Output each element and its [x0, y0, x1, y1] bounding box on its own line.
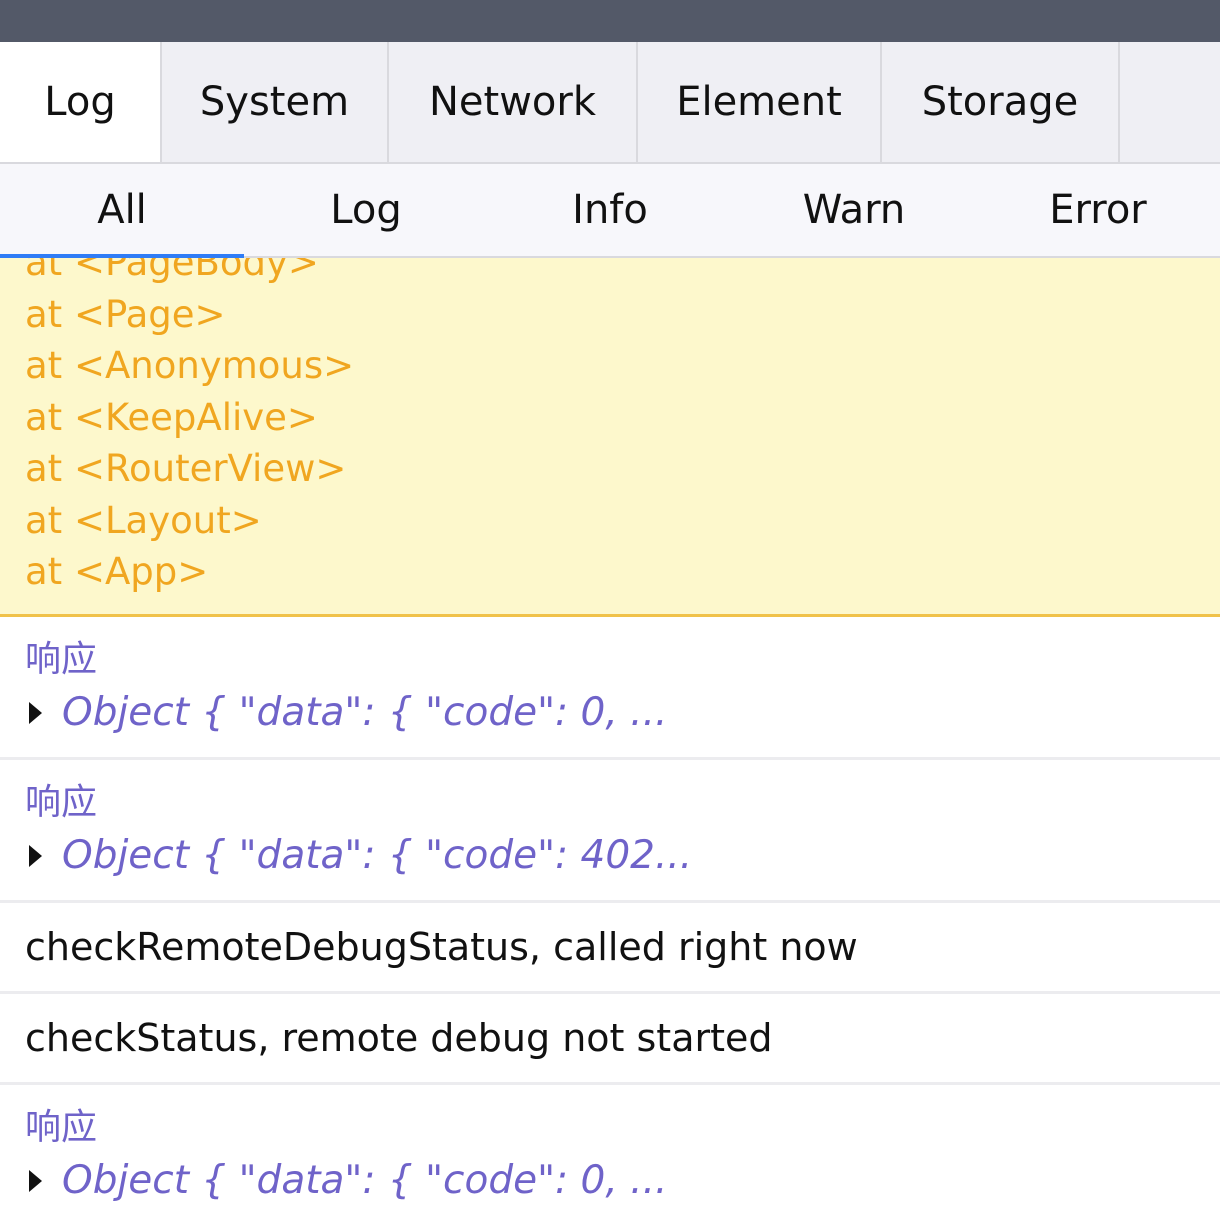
log-entry-text: checkStatus, remote debug not started [0, 994, 1220, 1085]
tab-storage[interactable]: Storage [882, 42, 1120, 162]
object-preview[interactable]: Object { "data": { "code": 0, ... [62, 685, 667, 741]
warning-entry: at <PageBody> at <Page> at <Anonymous> at <… [0, 258, 1220, 617]
filter-all[interactable]: All [0, 164, 244, 258]
expand-caret-icon[interactable] [29, 701, 42, 724]
tab-element[interactable]: Element [638, 42, 882, 162]
warning-stack-line: at <Page> [25, 292, 226, 336]
log-entry: 响应 Object { "data": { "code": 402... [0, 760, 1220, 903]
filter-log[interactable]: Log [244, 164, 488, 256]
devtools-tab-bar: Log System Network Element Storage [0, 42, 1220, 164]
tab-system[interactable]: System [162, 42, 389, 162]
warning-stack-line: at <PageBody> [25, 258, 319, 284]
warning-stack-line: at <RouterView> [25, 447, 347, 490]
filter-warn[interactable]: Warn [732, 164, 976, 256]
object-preview[interactable]: Object { "data": { "code": 0, ... [62, 1153, 667, 1209]
log-filter-bar: All Log Info Warn Error [0, 164, 1220, 258]
tab-network[interactable]: Network [389, 42, 638, 162]
warning-stack-line: at <Layout> [25, 498, 262, 542]
warning-stack-line: at <KeepAlive> [25, 395, 318, 439]
log-entry-label: 响应 [25, 781, 98, 823]
warning-stack-line: at <Anonymous> [25, 344, 355, 387]
tab-log[interactable]: Log [0, 42, 162, 162]
expand-caret-icon[interactable] [29, 1169, 42, 1192]
log-entry-text: checkRemoteDebugStatus, called right now [0, 903, 1220, 994]
filter-error[interactable]: Error [976, 164, 1220, 256]
log-entry-label: 响应 [25, 1106, 98, 1148]
object-toggle[interactable]: Object { "data": { "code": 0, ... [25, 1153, 1195, 1209]
window-top-bar [0, 0, 1220, 42]
filter-info[interactable]: Info [488, 164, 732, 256]
expand-caret-icon[interactable] [29, 844, 42, 867]
log-entry: 响应 Object { "data": { "code": 0, ... [0, 1085, 1220, 1210]
object-preview[interactable]: Object { "data": { "code": 402... [62, 828, 692, 884]
tab-bar-filler [1120, 42, 1220, 162]
object-toggle[interactable]: Object { "data": { "code": 402... [25, 828, 1195, 884]
log-entry-label: 响应 [25, 638, 98, 680]
log-entry: 响应 Object { "data": { "code": 0, ... [0, 617, 1220, 760]
warning-stack-line: at <App> [25, 550, 209, 593]
object-toggle[interactable]: Object { "data": { "code": 0, ... [25, 685, 1195, 741]
log-list[interactable]: at <PageBody> at <Page> at <Anonymous> at <… [0, 258, 1220, 1210]
